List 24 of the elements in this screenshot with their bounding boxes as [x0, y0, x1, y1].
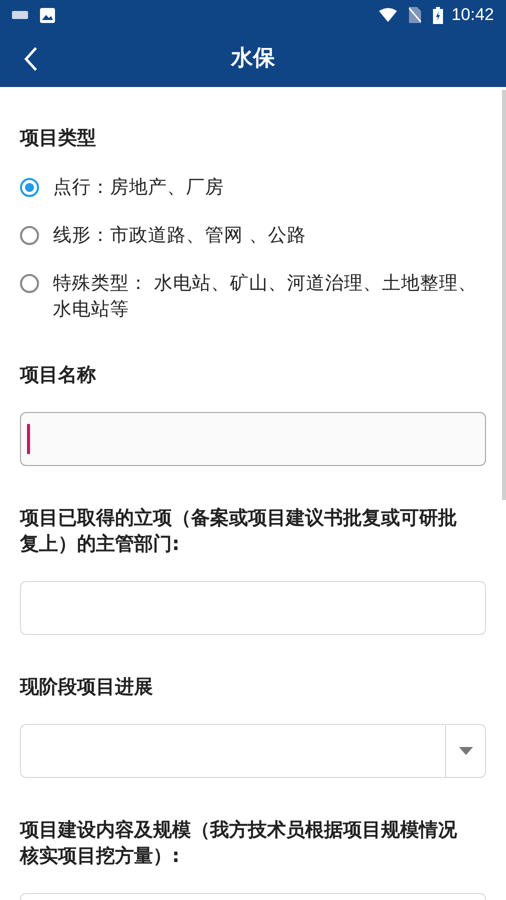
field-label: 项目建设内容及规模（我方技术员根据项目规模情况核实项目挖方量）: — [20, 818, 458, 869]
field-label: 项目已取得的立项（备案或项目建议书批复或可研批复上）的主管部门: — [20, 506, 458, 557]
battery-icon — [433, 6, 444, 24]
radio-label: 线形：市政道路、管网 、公路 — [53, 224, 306, 248]
field-label: 现阶段项目进展 — [20, 675, 154, 700]
back-icon — [24, 46, 38, 72]
radio-label: 特殊类型： 水电站、矿山、河道治理、土地整理、水电站等 — [53, 272, 478, 322]
dropdown-field[interactable] — [20, 724, 486, 778]
page-title: 水保 — [231, 45, 275, 73]
wifi-icon — [379, 8, 398, 22]
image-icon — [40, 8, 55, 22]
text-cursor — [27, 424, 30, 454]
radio-button[interactable] — [20, 274, 39, 293]
caret-icon — [458, 747, 472, 755]
input-field[interactable] — [20, 412, 486, 466]
field-label: 项目名称 — [20, 363, 97, 388]
clock: 10:42 — [451, 4, 494, 26]
radio-button[interactable] — [20, 178, 39, 197]
radio-button[interactable] — [20, 226, 39, 245]
field-label: 项目类型 — [20, 126, 97, 151]
input-field[interactable] — [20, 581, 486, 635]
radio-label: 点行：房地产、厂房 — [53, 176, 224, 200]
no-sim-icon — [409, 7, 422, 23]
keyboard-icon — [12, 11, 28, 19]
